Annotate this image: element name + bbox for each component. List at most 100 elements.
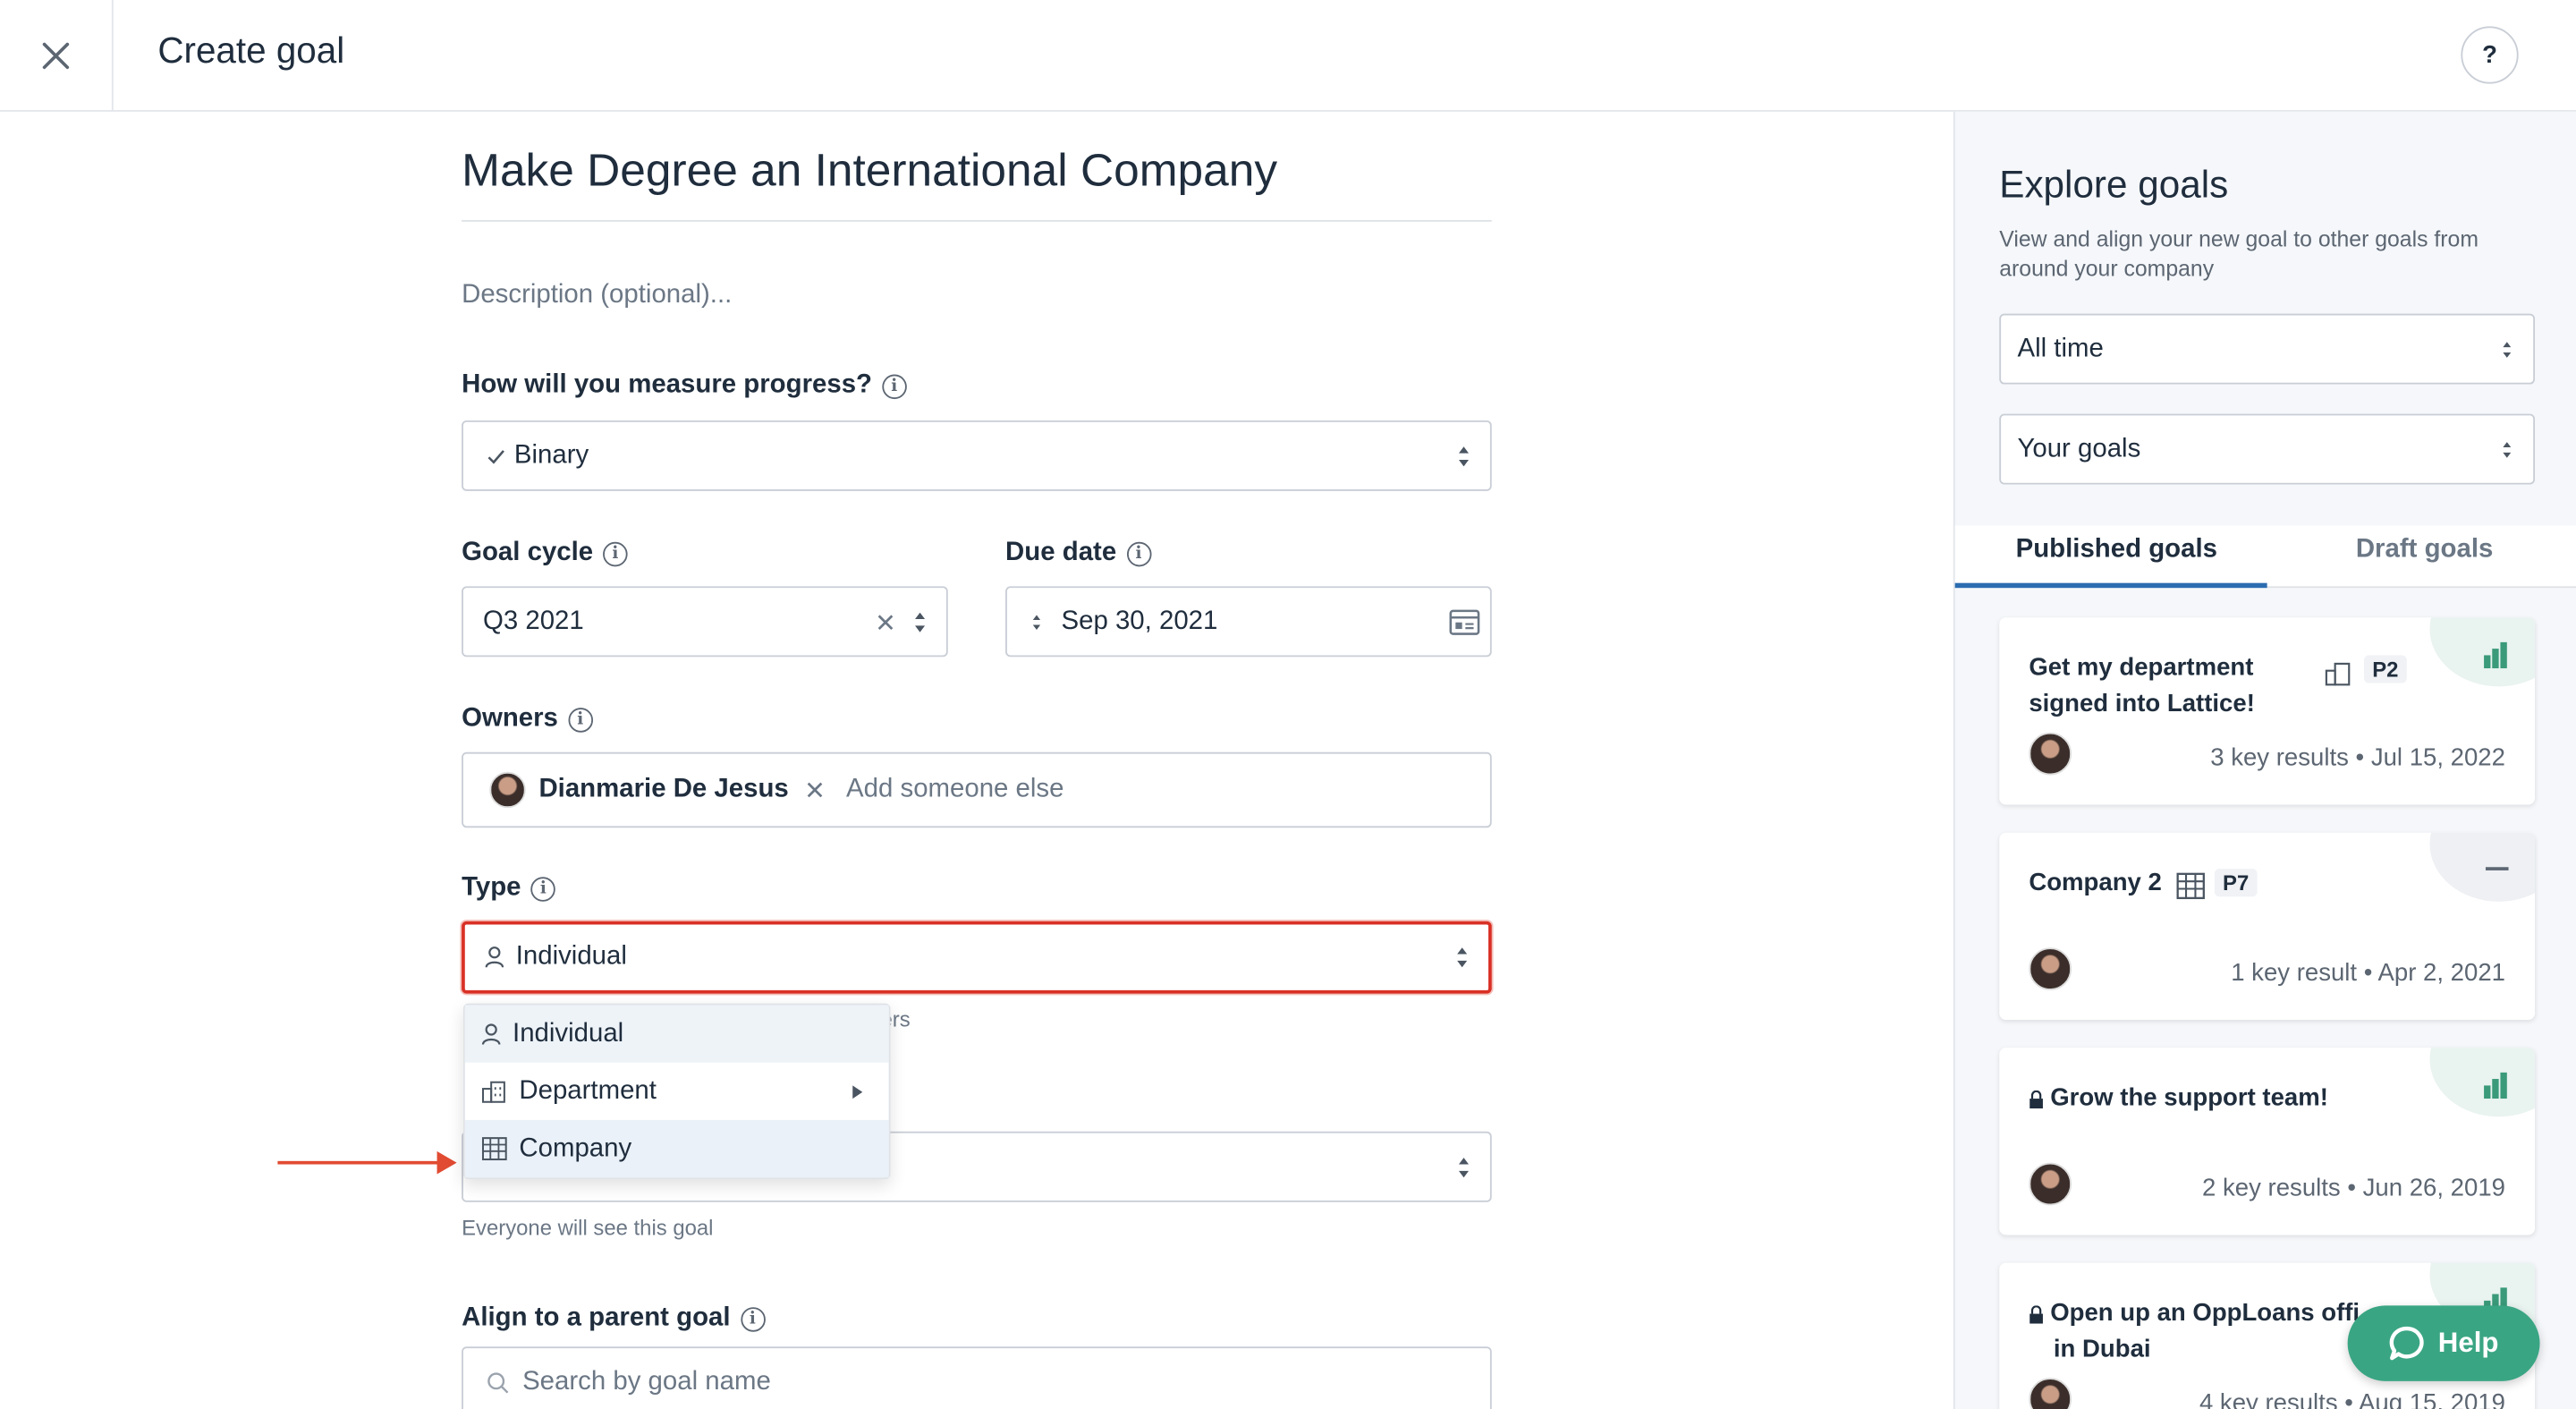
minus-icon xyxy=(2485,867,2509,870)
info-icon[interactable]: i xyxy=(603,540,628,566)
goal-card-meta: 1 key result • Apr 2, 2021 xyxy=(2231,959,2505,988)
info-icon[interactable]: i xyxy=(1126,540,1151,566)
goal-card-title: Open up an OppLoans offi in Dubai xyxy=(2029,1295,2360,1368)
type-label-text: Type xyxy=(462,873,521,902)
explore-title: Explore goals xyxy=(1999,162,2229,206)
info-icon[interactable]: i xyxy=(882,373,907,399)
scope-filter-select[interactable]: Your goals xyxy=(1999,413,2536,485)
type-option-individual[interactable]: Individual xyxy=(464,1005,889,1063)
owners-field[interactable]: Dianmarie De Jesus Add someone else xyxy=(462,751,1492,828)
goal-card-meta: 4 key results • Aug 15, 2019 xyxy=(2199,1389,2505,1409)
select-arrows-icon xyxy=(1457,446,1470,466)
parent-goal-label-text: Align to a parent goal xyxy=(462,1303,731,1332)
person-icon xyxy=(485,946,504,968)
goal-card[interactable]: Company 2 P7 1 key result • Apr 2, 2021 xyxy=(1999,832,2536,1020)
parent-goal-placeholder: Search by goal name xyxy=(522,1368,771,1396)
help-chat-button[interactable]: Help xyxy=(2347,1305,2540,1381)
goal-card[interactable]: Get my department signed into Lattice! P… xyxy=(1999,617,2536,805)
due-date-label-text: Due date xyxy=(1005,539,1117,567)
bar-chart-icon xyxy=(2484,1072,2507,1099)
info-icon[interactable]: i xyxy=(740,1306,766,1331)
annotation-arrow-head xyxy=(436,1150,457,1175)
goal-cycle-value: Q3 2021 xyxy=(482,607,584,635)
department-icon xyxy=(2325,662,2351,686)
select-arrows-icon xyxy=(2502,341,2512,357)
owner-name: Dianmarie De Jesus xyxy=(538,775,789,803)
visibility-hint: Everyone will see this goal xyxy=(462,1215,714,1240)
measure-select[interactable]: Binary xyxy=(462,420,1492,491)
goal-card-title-line: Open up an OppLoans offi xyxy=(2050,1299,2360,1328)
goal-card-title-row: Open up an OppLoans offi xyxy=(2029,1295,2360,1331)
parent-goal-search[interactable]: Search by goal name xyxy=(462,1346,1492,1409)
goal-cycle-select[interactable]: Q3 2021 xyxy=(462,586,948,658)
calendar-icon[interactable] xyxy=(1449,609,1480,635)
time-filter-value: All time xyxy=(2017,334,2104,362)
goal-tabs: Published goals Draft goals xyxy=(1954,525,2576,589)
top-bar: Create goal ? xyxy=(0,0,2576,112)
avatar xyxy=(2029,1162,2072,1206)
parent-goal-label: Align to a parent goal i xyxy=(462,1303,766,1334)
date-stepper-icon[interactable] xyxy=(1031,614,1041,630)
submenu-arrow-icon xyxy=(852,1084,863,1099)
goal-title-input[interactable]: Make Degree an International Company xyxy=(462,145,1492,222)
remove-owner-icon[interactable] xyxy=(807,782,823,798)
lock-icon xyxy=(2029,1089,2043,1108)
info-icon[interactable]: i xyxy=(567,707,593,732)
owner-chip: Dianmarie De Jesus xyxy=(489,771,823,809)
type-dropdown-menu: Individual Department Company xyxy=(462,1003,891,1180)
page-title: Create goal xyxy=(157,30,345,71)
goal-priority-badge: P2 xyxy=(2364,655,2407,683)
type-label: Type i xyxy=(462,873,556,904)
time-filter-select[interactable]: All time xyxy=(1999,313,2536,385)
select-arrows-icon xyxy=(1457,1157,1470,1177)
due-date-field[interactable]: Sep 30, 2021 xyxy=(1005,586,1492,658)
owners-label-text: Owners xyxy=(462,704,558,733)
goal-cycle-label-text: Goal cycle xyxy=(462,539,594,567)
select-arrows-icon xyxy=(1455,947,1469,968)
goal-card-title: Get my department signed into Lattice! xyxy=(2029,650,2255,723)
type-option-department[interactable]: Department xyxy=(465,1063,889,1120)
type-option-company[interactable]: Company xyxy=(464,1119,889,1178)
clear-icon[interactable] xyxy=(877,615,894,631)
close-button[interactable] xyxy=(0,0,114,110)
lock-icon xyxy=(2029,1304,2043,1323)
person-icon xyxy=(481,1023,501,1044)
add-owner-input[interactable]: Add someone else xyxy=(846,775,1063,804)
measure-value: Binary xyxy=(513,440,589,470)
company-icon xyxy=(481,1137,507,1161)
active-tab-indicator xyxy=(1954,582,2267,589)
goal-priority-badge: P7 xyxy=(2214,869,2258,897)
goal-card-title-line: Get my department xyxy=(2029,653,2254,682)
measure-label-text: How will you measure progress? xyxy=(462,370,873,400)
goal-cycle-label: Goal cycle i xyxy=(462,539,628,568)
goal-card-title-line: in Dubai xyxy=(2053,1335,2151,1363)
goal-card-meta: 2 key results • Jun 26, 2019 xyxy=(2202,1174,2505,1202)
bar-chart-icon xyxy=(2484,641,2507,669)
company-icon xyxy=(2176,872,2205,900)
description-input[interactable]: Description (optional)... xyxy=(462,281,732,310)
owners-label: Owners i xyxy=(462,704,593,734)
type-value: Individual xyxy=(515,942,627,971)
goal-card[interactable]: Grow the support team! 2 key results • J… xyxy=(1999,1048,2536,1235)
measure-label: How will you measure progress? i xyxy=(462,370,907,401)
department-icon xyxy=(481,1081,505,1103)
help-question-button[interactable]: ? xyxy=(2461,26,2519,84)
goal-card-title: Grow the support team! xyxy=(2029,1081,2328,1116)
goal-card-title-line: signed into Lattice! xyxy=(2029,689,2255,718)
tab-published-goals[interactable]: Published goals xyxy=(2016,535,2217,564)
tab-draft-goals[interactable]: Draft goals xyxy=(2356,535,2494,564)
option-label: Individual xyxy=(513,1019,624,1048)
goal-card-title-line: Company 2 xyxy=(2029,869,2162,897)
explore-goals-panel: Explore goals View and align your new go… xyxy=(1953,111,2576,1409)
help-button-label: Help xyxy=(2437,1327,2499,1359)
avatar xyxy=(2029,732,2072,776)
goal-card-title-line: Grow the support team! xyxy=(2050,1083,2328,1112)
goal-card-title: Company 2 xyxy=(2029,865,2162,901)
option-label: Department xyxy=(519,1076,657,1105)
option-label: Company xyxy=(519,1133,632,1162)
status-corner xyxy=(2429,832,2536,902)
type-select[interactable]: Individual xyxy=(462,921,1492,994)
due-date-label: Due date i xyxy=(1005,539,1151,568)
info-icon[interactable]: i xyxy=(530,876,556,901)
close-icon xyxy=(42,41,70,69)
